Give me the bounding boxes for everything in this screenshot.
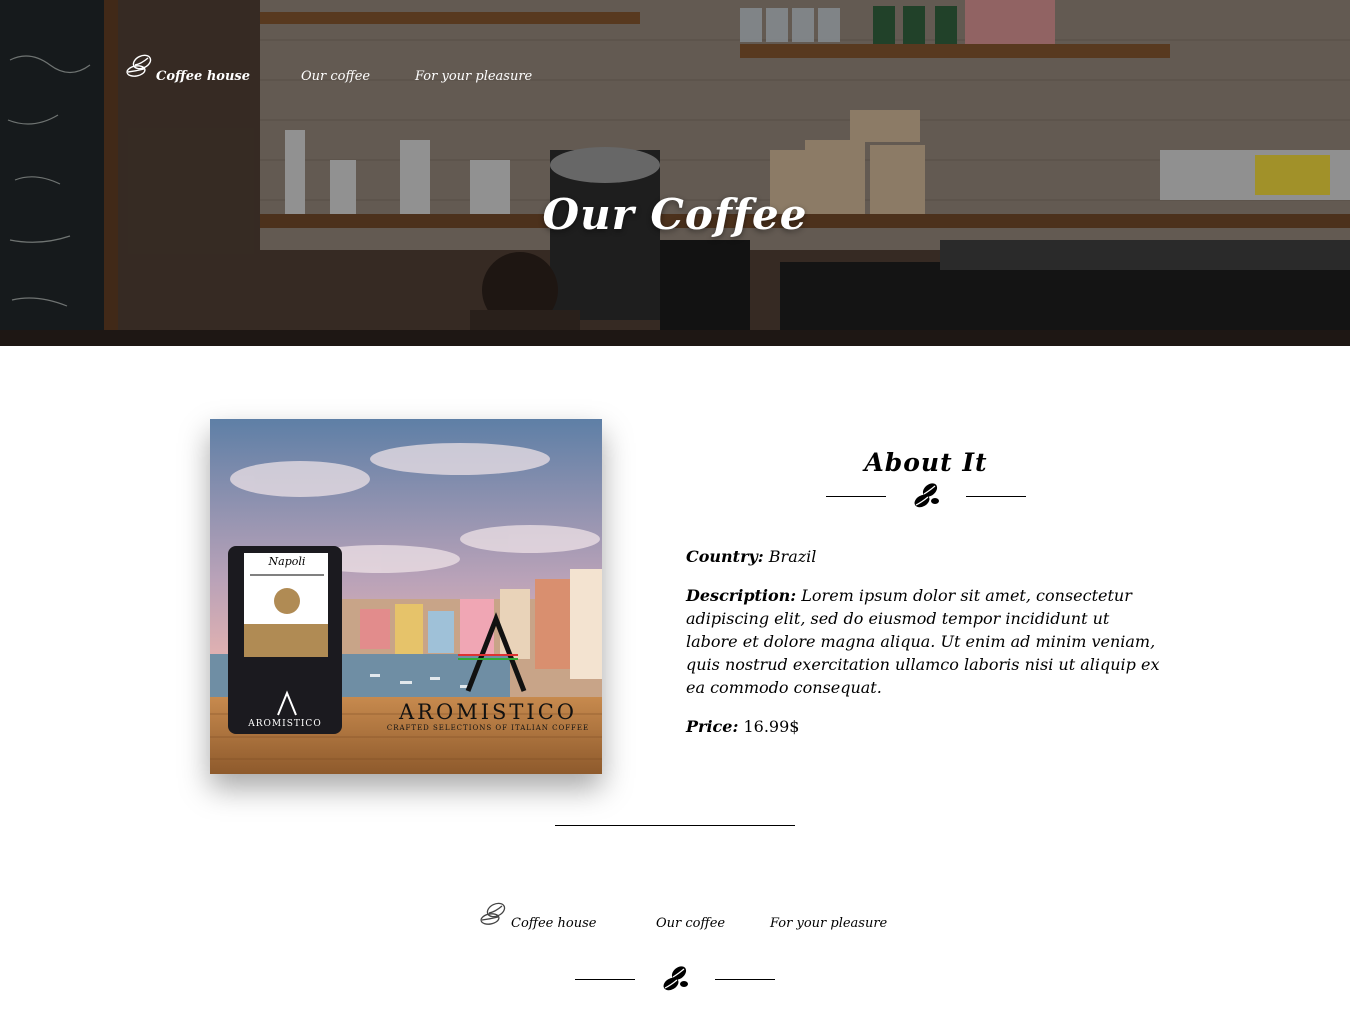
price-label: Price: — [686, 717, 739, 736]
country-label: Country: — [686, 547, 764, 566]
divider-line-left — [826, 496, 886, 497]
divider-line-right — [966, 496, 1026, 497]
nav-link-coffee-house[interactable]: Coffee house — [156, 69, 250, 84]
nav-link-for-your-pleasure[interactable]: For your pleasure — [415, 69, 532, 84]
coffee-beans-icon[interactable] — [478, 898, 510, 930]
coffee-beans-icon — [663, 966, 688, 991]
nav-link-our-coffee[interactable]: Our coffee — [301, 69, 370, 84]
country-row: Country: Brazil — [686, 545, 1166, 568]
section-separator — [555, 825, 795, 826]
description-row: Description: Lorem ipsum dolor sit amet,… — [686, 584, 1166, 699]
coffee-beans-icon[interactable] — [124, 50, 156, 82]
price-row: Price: 16.99$ — [686, 715, 1166, 738]
hero-banner: Coffee house Our coffee For your pleasur… — [0, 0, 1350, 346]
image-tagline: CRAFTED SELECTIONS OF ITALIAN COFFEE — [387, 724, 589, 732]
coffee-beans-icon — [914, 483, 939, 508]
footer-link-for-your-pleasure[interactable]: For your pleasure — [770, 916, 887, 931]
bag-name: Napoli — [268, 555, 306, 568]
footer-link-coffee-house[interactable]: Coffee house — [511, 916, 596, 931]
about-divider — [826, 481, 1026, 511]
footer-link-our-coffee[interactable]: Our coffee — [656, 916, 725, 931]
description-label: Description: — [686, 586, 797, 605]
product-image: Napoli AROMISTICO AROMISTICO CRAFTED SEL… — [210, 419, 602, 774]
product-info: Country: Brazil Description: Lorem ipsum… — [686, 545, 1166, 754]
divider-line-right — [715, 979, 775, 980]
divider-line-left — [575, 979, 635, 980]
footer-divider — [575, 964, 775, 994]
price-value: 16.99$ — [743, 717, 800, 736]
country-value: Brazil — [768, 547, 817, 566]
about-heading: About It — [864, 448, 988, 477]
bag-brand: AROMISTICO — [247, 719, 321, 729]
image-brand: AROMISTICO — [398, 700, 577, 724]
hero-overlay — [0, 0, 1350, 346]
page-title: Our Coffee — [542, 190, 808, 239]
